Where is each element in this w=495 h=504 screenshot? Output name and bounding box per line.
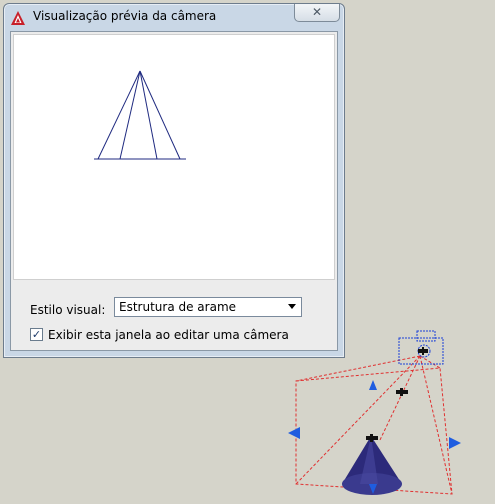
grip-up-icon[interactable] [369, 380, 377, 390]
grip-marker-icon [418, 347, 428, 355]
camera-glyph-icon[interactable] [398, 330, 444, 365]
grip-marker-icon [396, 388, 408, 396]
grip-left-icon[interactable] [288, 427, 300, 439]
grip-marker-icon [366, 434, 378, 442]
drawing-canvas [288, 330, 461, 495]
grip-right-icon[interactable] [449, 437, 461, 449]
